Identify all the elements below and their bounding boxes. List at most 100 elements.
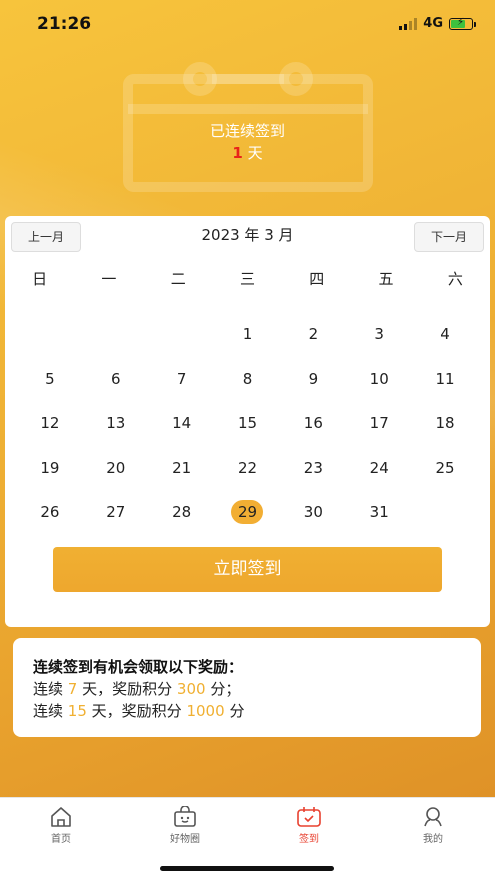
- calendar-day[interactable]: 26: [17, 490, 83, 535]
- calendar-day[interactable]: 18: [412, 401, 478, 446]
- network-label: 4G: [423, 16, 443, 31]
- calendar-day[interactable]: 13: [83, 401, 149, 446]
- signal-icon: [399, 17, 418, 30]
- day-number: 13: [106, 414, 126, 433]
- rewards-card: 连续签到有机会领取以下奖励： 连续 7 天，奖励积分 300 分； 连续 15 …: [13, 638, 481, 737]
- next-month-button[interactable]: 下一月: [413, 222, 484, 252]
- calendar-day[interactable]: 27: [83, 490, 149, 535]
- calendar-day[interactable]: 11: [412, 357, 478, 402]
- day-number: 30: [303, 503, 323, 522]
- day-number: 23: [303, 458, 323, 477]
- calendar-day[interactable]: 3: [346, 312, 412, 357]
- reward-mid: 天，奖励积分: [91, 702, 182, 720]
- calendar-empty-cell: [17, 312, 83, 357]
- calendar-day[interactable]: 6: [83, 357, 149, 402]
- weekday-label: 二: [170, 270, 186, 288]
- calendar-day[interactable]: 23: [280, 446, 346, 491]
- day-number: 17: [369, 414, 389, 433]
- day-number: 16: [303, 414, 323, 433]
- calendar-day[interactable]: 1: [215, 312, 281, 357]
- shop-bag-icon: [174, 806, 196, 827]
- day-number: 2: [308, 325, 319, 344]
- day-number: 18: [435, 414, 455, 433]
- calendar-day[interactable]: 25: [412, 446, 478, 491]
- reward-points: 1000: [186, 702, 225, 720]
- signin-header: 已连续签到 1 天: [0, 55, 495, 200]
- weekday-label: 一: [101, 270, 117, 288]
- calendar-day[interactable]: 14: [149, 401, 215, 446]
- calendar-day[interactable]: 20: [83, 446, 149, 491]
- calendar-day[interactable]: 2: [280, 312, 346, 357]
- day-number: 28: [172, 503, 192, 522]
- user-icon: [424, 807, 442, 827]
- signin-now-button[interactable]: 立即签到: [53, 547, 442, 592]
- calendar-days-grid: 1 2 3 4 5 6 7 8 9 10 11 12 13 14 15 16 17 18 19 20 21 22 23 24 2…: [17, 312, 478, 535]
- tab-mine[interactable]: 我的: [393, 806, 473, 845]
- calendar-day[interactable]: 16: [280, 401, 346, 446]
- streak-info: 已连续签到 1 天: [0, 120, 495, 164]
- rewards-title: 连续签到有机会领取以下奖励：: [33, 658, 244, 676]
- day-number: 19: [40, 458, 60, 477]
- battery-icon: ⚡: [449, 17, 476, 30]
- tab-label: 签到: [299, 834, 319, 845]
- calendar-day[interactable]: 17: [346, 401, 412, 446]
- streak-count: 1: [232, 144, 243, 162]
- reward-suffix: 分；: [210, 680, 241, 698]
- day-number: 25: [435, 458, 455, 477]
- tab-label: 好物圈: [170, 834, 200, 845]
- day-number: 7: [176, 369, 187, 388]
- day-number: 4: [440, 325, 450, 344]
- day-number: 26: [40, 503, 60, 522]
- calendar-day[interactable]: 28: [149, 490, 215, 535]
- tab-home[interactable]: 首页: [21, 806, 101, 845]
- calendar-day[interactable]: 29: [215, 490, 281, 535]
- day-number: 20: [106, 458, 126, 477]
- weekday-label: 三: [239, 270, 255, 288]
- calendar-day[interactable]: 8: [215, 357, 281, 402]
- calendar-day[interactable]: 12: [17, 401, 83, 446]
- calendar-card: 上一月 2023 年 3 月 下一月 日 一 二 三 四 五 六 1234567…: [5, 216, 490, 627]
- tab-goods-circle[interactable]: 好物圈: [145, 806, 225, 845]
- streak-unit: 天: [247, 144, 263, 162]
- calendar-day[interactable]: 21: [149, 446, 215, 491]
- day-number: 10: [369, 369, 389, 388]
- status-time: 21:26: [37, 14, 92, 34]
- tab-signin[interactable]: 签到: [269, 806, 349, 845]
- day-number: 1: [242, 325, 253, 344]
- day-number: 5: [45, 369, 55, 388]
- calendar-empty-cell: [83, 312, 149, 357]
- reward-prefix: 连续: [33, 702, 64, 720]
- reward-line-15-days: 连续 15 天，奖励积分 1000 分: [33, 700, 481, 722]
- streak-label: 已连续签到: [209, 122, 285, 140]
- day-number: 29: [231, 500, 264, 525]
- day-number: 14: [172, 414, 192, 433]
- weekday-label: 五: [378, 270, 394, 288]
- weekday-label: 四: [309, 270, 325, 288]
- calendar-day[interactable]: 10: [346, 357, 412, 402]
- calendar-day[interactable]: 22: [215, 446, 281, 491]
- calendar-day[interactable]: 4: [412, 312, 478, 357]
- reward-mid: 天，奖励积分: [82, 680, 173, 698]
- day-number: 21: [172, 458, 192, 477]
- home-icon: [51, 807, 71, 827]
- reward-points: 300: [176, 680, 206, 698]
- calendar-day[interactable]: 9: [280, 357, 346, 402]
- calendar-check-icon: [297, 807, 321, 827]
- weekday-header: 日 一 二 三 四 五 六: [5, 268, 490, 289]
- calendar-day[interactable]: 5: [17, 357, 83, 402]
- calendar-empty-cell: [149, 312, 215, 357]
- reward-days: 7: [67, 680, 78, 698]
- calendar-day[interactable]: 15: [215, 401, 281, 446]
- calendar-day[interactable]: 30: [280, 490, 346, 535]
- calendar-day[interactable]: 31: [346, 490, 412, 535]
- calendar-day[interactable]: 24: [346, 446, 412, 491]
- day-number: 6: [110, 369, 121, 388]
- day-number: 8: [242, 369, 253, 388]
- tab-label: 我的: [423, 834, 443, 845]
- calendar-day[interactable]: 7: [149, 357, 215, 402]
- calendar-day[interactable]: 19: [17, 446, 83, 491]
- status-indicators: 4G ⚡: [399, 16, 476, 31]
- tab-label: 首页: [51, 834, 71, 845]
- day-number: 22: [237, 458, 258, 477]
- reward-suffix: 分: [229, 702, 245, 720]
